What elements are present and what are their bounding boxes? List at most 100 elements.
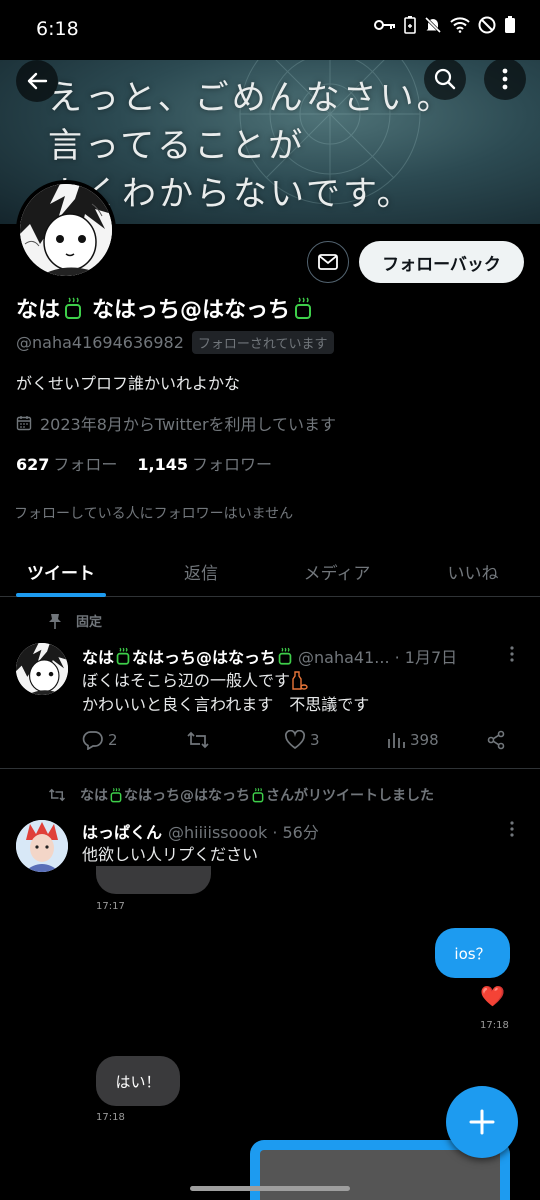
- chat-time: 17:17: [96, 901, 125, 912]
- follow-back-button[interactable]: フォローバック: [359, 241, 524, 283]
- followers-count: 1,145: [137, 455, 189, 474]
- views-chart-icon: [388, 733, 405, 748]
- retweeted-suffix: さんがリツイートしました: [266, 788, 434, 804]
- follows-you-badge: フォローされています: [191, 331, 334, 354]
- message-button[interactable]: [307, 241, 349, 283]
- chat-image-placeholder: [260, 1150, 500, 1200]
- back-arrow-icon: [27, 72, 48, 90]
- calendar-icon: [16, 416, 32, 431]
- known-followers[interactable]: フォローしている人にフォロワーはいません: [14, 503, 293, 523]
- profile-tabs: ツイート 返信 メディア いいね: [0, 545, 540, 597]
- wifi-icon: [450, 17, 470, 33]
- tweet-actions: 2 3 398: [82, 730, 512, 754]
- more-options-button[interactable]: [484, 58, 526, 100]
- mail-icon: [318, 254, 338, 270]
- tea-cup-icon: [65, 297, 82, 319]
- more-vertical-icon: [502, 68, 508, 90]
- following-label: フォロー: [53, 455, 118, 474]
- back-button[interactable]: [16, 60, 58, 102]
- tweet-meta: @hiiiissoook · 56分: [168, 823, 319, 842]
- tweet-more-button[interactable]: [502, 644, 522, 664]
- author-name-part2: なはっち@はなっち: [132, 648, 277, 667]
- followers-link[interactable]: 1,145 フォロワー: [137, 451, 272, 475]
- chat-bubble-hai: はい！: [96, 1056, 180, 1106]
- profile-bio: がくせいプロフ誰かいれよかな: [16, 374, 241, 393]
- do-not-disturb-icon: [478, 16, 496, 34]
- views-button[interactable]: 398: [386, 730, 439, 750]
- tea-cup-icon: [116, 647, 130, 665]
- share-icon: [487, 730, 505, 750]
- joined-date: 2023年8月からTwitterを利用しています: [16, 411, 336, 435]
- tab-label: いいね: [447, 563, 499, 584]
- tab-likes[interactable]: いいね: [412, 545, 534, 597]
- profile-avatar[interactable]: [16, 180, 116, 280]
- search-icon: [434, 68, 456, 90]
- tweet-text: 他欲しい人リプください: [82, 845, 259, 864]
- mute-icon: [424, 16, 442, 34]
- profile-name: なは なはっち@はなっち: [16, 292, 312, 324]
- retweeter-name-part2: なはっち@はなっち: [124, 788, 250, 804]
- tea-cup-icon: [252, 787, 264, 803]
- tab-media[interactable]: メディア: [276, 545, 398, 597]
- profile-name-part2: なはっち@はなっち: [92, 298, 291, 323]
- compose-tweet-button[interactable]: [446, 1086, 518, 1158]
- handle-row: @naha41694636982 フォローされています: [16, 331, 334, 354]
- following-link[interactable]: 627 フォロー: [16, 451, 117, 475]
- battery-icon: [505, 16, 515, 33]
- key-icon: [374, 20, 395, 30]
- retweet-icon: [187, 731, 209, 749]
- view-count: 398: [410, 731, 439, 749]
- attached-image[interactable]: 17:17 ios？ ❤️ 17:18 はい！ 17:18: [80, 866, 520, 1200]
- anime-character-image: [16, 820, 68, 872]
- chat-time: 17:18: [96, 1112, 125, 1123]
- following-count: 627: [16, 455, 50, 474]
- chat-bubble-ios: ios？: [435, 928, 510, 978]
- tweet-more-button[interactable]: [502, 819, 522, 839]
- tweet-avatar[interactable]: [16, 820, 68, 872]
- pinned-text: 固定: [76, 615, 103, 630]
- status-bar: 6:18: [0, 0, 540, 60]
- profile-name-part1: なは: [16, 298, 61, 323]
- followers-label: フォロワー: [192, 455, 273, 474]
- more-vertical-icon: [510, 821, 514, 837]
- tab-replies[interactable]: 返信: [140, 545, 262, 597]
- tab-label: メディア: [303, 563, 371, 584]
- manga-face-image: [16, 643, 68, 695]
- author-name-part1: なは: [82, 648, 115, 667]
- search-button[interactable]: [424, 58, 466, 100]
- profile-handle: @naha41694636982: [16, 333, 184, 352]
- plus-icon: [469, 1109, 495, 1135]
- author-name: はっぱくん: [82, 823, 163, 842]
- like-button[interactable]: 3: [284, 730, 320, 750]
- retweet-button[interactable]: [186, 730, 210, 750]
- home-indicator[interactable]: [190, 1186, 350, 1191]
- tweet-header: なは なはっち@はなっち @naha41... · 1月7日: [82, 644, 457, 668]
- status-time: 6:18: [36, 18, 79, 40]
- retweeted-by-label[interactable]: なは なはっち@はなっち さんがリツイートしました: [48, 785, 434, 805]
- banner-text: えっと、ごめんなさい。 言ってることが よくわからないです。: [48, 74, 454, 218]
- battery-saver-icon: [404, 16, 416, 34]
- tab-label: ツイート: [27, 563, 95, 584]
- active-tab-indicator: [16, 593, 106, 597]
- joined-text: 2023年8月からTwitterを利用しています: [40, 415, 337, 434]
- reply-button[interactable]: 2: [82, 730, 118, 750]
- tab-tweets[interactable]: ツイート: [0, 545, 122, 597]
- tweet-avatar[interactable]: [16, 643, 68, 695]
- chat-bubble-partial: [96, 866, 211, 894]
- tea-cup-icon: [295, 297, 312, 319]
- tweet-text: ぼくはそこら辺の一般人です かわいいと良く言われます 不思議です: [82, 669, 369, 717]
- more-vertical-icon: [510, 646, 514, 662]
- status-icons: [374, 16, 516, 34]
- reply-icon: [82, 731, 103, 750]
- retweet-icon: [48, 788, 66, 802]
- reply-count: 2: [108, 731, 118, 749]
- banner-line: えっと、ごめんなさい。: [48, 78, 454, 118]
- manga-face-image: [20, 184, 112, 276]
- share-button[interactable]: [486, 730, 506, 750]
- tweet-line: ぼくはそこら辺の一般人です: [82, 671, 291, 690]
- sake-bottle-icon: [292, 671, 308, 690]
- tab-label: 返信: [184, 563, 218, 584]
- tweet-divider: [0, 768, 540, 769]
- heart-reaction: ❤️: [480, 984, 505, 1008]
- chat-time: 17:18: [480, 1020, 509, 1031]
